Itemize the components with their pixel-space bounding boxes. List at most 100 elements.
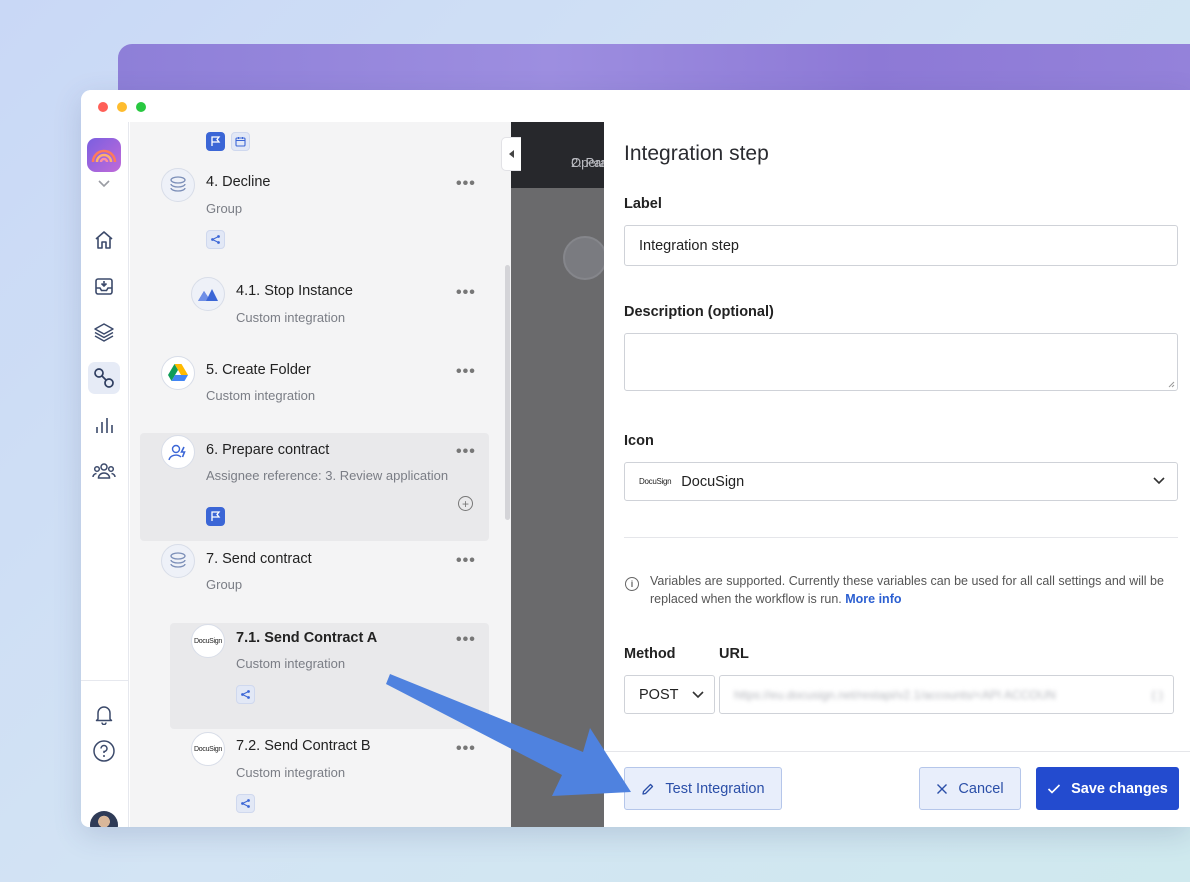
url-input[interactable]: https://eu.docusign.net/restapi/v2.1/acc… [719,675,1174,714]
step-subtitle: Group [206,201,243,216]
panel-divider [624,537,1178,538]
nav-home[interactable] [88,224,120,256]
panel-title: Integration step [624,142,769,165]
bar-chart-icon [96,418,113,433]
step-subtitle: Group [206,577,243,592]
step-icon [161,168,195,202]
calendar-icon [235,137,246,147]
step-icon [161,356,195,390]
step-more-button[interactable]: ••• [456,741,476,757]
flag-badge [206,507,225,526]
step-title[interactable]: 6. Prepare contract [206,442,329,458]
step-title[interactable]: 7.2. Send Contract B [236,738,371,754]
nav-notifications[interactable] [88,698,120,730]
flag-icon [211,136,221,146]
canvas-node[interactable] [563,236,607,280]
rainbow-logo-icon [91,149,117,163]
step-subtitle: Custom integration [236,656,346,671]
close-window-button[interactable] [98,102,108,112]
close-icon [937,783,948,794]
url-value: https://eu.docusign.net/restapi/v2.1/acc… [734,687,1056,702]
step-title[interactable]: 4.1. Stop Instance [236,283,353,299]
flag-badge [206,132,225,151]
chevron-down-icon [692,691,704,699]
step-icon: DocuSign [191,732,225,766]
flag-icon [211,511,221,521]
branch-badge [236,794,255,813]
step-icon [191,277,225,311]
url-field-label: URL [719,646,749,662]
more-info-link[interactable]: More info [845,592,901,606]
canvas-column-header: 2. Partner Operations [511,122,635,188]
step-title[interactable]: 5. Create Folder [206,362,311,378]
rail-divider [81,680,128,681]
resize-grip-icon[interactable] [1167,380,1175,388]
assignee-icon [168,444,186,461]
nav-layers[interactable] [88,316,120,348]
step-title[interactable]: 4. Decline [206,174,270,190]
nav-help[interactable] [88,735,120,767]
save-changes-button[interactable]: Save changes [1036,767,1179,810]
cancel-button[interactable]: Cancel [919,767,1021,810]
step-more-button[interactable]: ••• [456,364,476,380]
nav-workflows[interactable] [88,362,120,394]
icon-field-label: Icon [624,433,654,449]
variables-info: Variables are supported. Currently these… [650,572,1180,608]
docusign-icon: DocuSign [639,477,672,486]
mountain-logo-icon [198,289,218,301]
step-more-button[interactable]: ••• [456,285,476,301]
help-icon [93,740,115,762]
step-subtitle: Custom integration [236,765,346,780]
variables-icon[interactable]: { } [1147,687,1163,702]
step-subtitle: Assignee reference: 3. Review applicatio… [206,468,449,483]
google-drive-icon [168,364,188,381]
description-field-label: Description (optional) [624,304,774,320]
docusign-icon: DocuSign [194,745,222,753]
caret-left-icon [508,150,514,158]
step-more-button[interactable]: ••• [456,553,476,569]
steps-list: 4. Decline Group ••• 4.1. Stop Instance … [130,122,511,827]
icon-select-value: DocuSign [681,473,745,490]
docusign-icon: DocuSign [194,637,222,645]
icon-select[interactable]: DocuSign DocuSign [624,462,1178,501]
step-more-button[interactable]: ••• [456,444,476,460]
step-title[interactable]: 7.1. Send Contract A [236,630,377,646]
steps-scrollbar[interactable] [505,265,510,520]
layers-icon [94,323,114,342]
nav-analytics[interactable] [88,409,120,441]
method-field-label: Method [624,646,676,662]
chevron-down-icon[interactable] [95,178,113,190]
nav-rail [81,122,129,827]
add-step-icon[interactable]: + [458,496,473,511]
footer-divider [604,751,1190,752]
info-icon: i [625,577,639,591]
nav-inbox[interactable] [88,270,120,302]
description-textarea[interactable] [624,333,1178,391]
nav-teams[interactable] [88,455,120,487]
branch-icon [211,235,220,244]
maximize-window-button[interactable] [136,102,146,112]
stack-icon [170,176,186,192]
cancel-label: Cancel [958,780,1004,797]
label-input[interactable]: Integration step [624,225,1178,266]
method-value: POST [639,686,679,703]
workflow-canvas[interactable]: 2. Partner Operations [511,122,635,827]
label-input-value: Integration step [639,237,739,254]
workflow-icon [94,368,114,388]
step-title[interactable]: 7. Send contract [206,551,312,567]
window-titlebar [81,90,1190,122]
collapse-panel-button[interactable] [501,137,521,171]
user-avatar[interactable] [90,811,118,827]
stack-icon [170,552,186,568]
variables-info-text: Variables are supported. Currently these… [650,574,1164,606]
chevron-down-icon [1153,477,1165,485]
step-subtitle: Custom integration [206,388,316,403]
step-more-button[interactable]: ••• [456,632,476,648]
minimize-window-button[interactable] [117,102,127,112]
users-icon [92,463,116,479]
step-more-button[interactable]: ••• [456,176,476,192]
integration-step-panel: Integration step Label Integration step … [604,122,1190,827]
test-integration-button[interactable]: Test Integration [624,767,782,810]
method-select[interactable]: POST [624,675,715,714]
app-logo[interactable] [87,138,121,172]
